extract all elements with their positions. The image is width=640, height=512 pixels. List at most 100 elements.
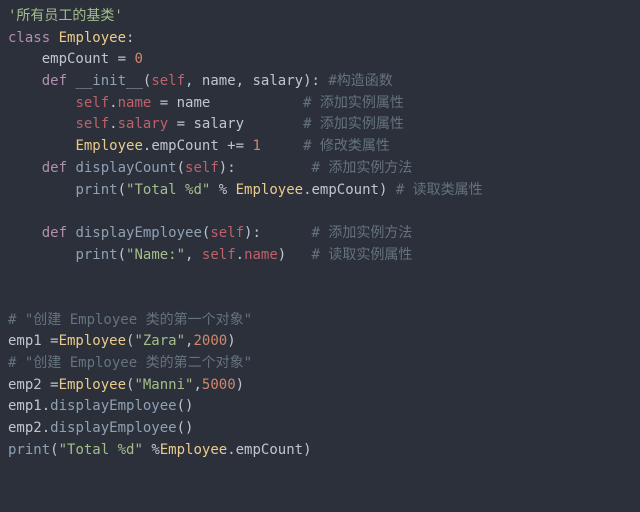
cls-ref: Employee — [160, 442, 227, 458]
indent — [8, 160, 42, 176]
indent — [8, 182, 75, 198]
comment: #构造函数 — [320, 73, 393, 89]
var: emp1 — [8, 398, 42, 414]
paren: ( — [177, 160, 185, 176]
cls-ref: Employee — [59, 333, 126, 349]
dot: . — [109, 116, 117, 132]
comment: # 添加实例方法 — [311, 160, 412, 176]
indent — [8, 95, 75, 111]
indent — [8, 116, 75, 132]
print: print — [75, 247, 117, 263]
self: self — [75, 95, 109, 111]
paren: ) — [227, 333, 235, 349]
dot: . — [109, 95, 117, 111]
print: print — [8, 442, 50, 458]
comment: # 修改类属性 — [303, 138, 390, 154]
paren: () — [177, 398, 194, 414]
pad — [236, 160, 312, 176]
str: "Total %d" — [59, 442, 143, 458]
cls-ref: Employee — [236, 182, 303, 198]
class-name: Employee — [59, 30, 126, 46]
op: += — [219, 138, 253, 154]
self: self — [75, 116, 109, 132]
param: name — [202, 73, 236, 89]
paren: ( — [118, 247, 126, 263]
attr: salary — [118, 116, 169, 132]
self: self — [151, 73, 185, 89]
self: self — [210, 225, 244, 241]
indent — [8, 138, 75, 154]
paren: ): — [244, 225, 261, 241]
paren: ) — [236, 377, 244, 393]
paren: ) — [303, 442, 311, 458]
fn-name: displayEmployee — [75, 225, 201, 241]
attr: empCount — [312, 182, 379, 198]
attr: name — [244, 247, 278, 263]
comment: # 添加实例方法 — [311, 225, 412, 241]
eq: = — [168, 116, 193, 132]
pad — [387, 182, 395, 198]
paren: ): — [219, 160, 236, 176]
indent — [8, 247, 75, 263]
rhs: name — [177, 95, 211, 111]
attr: empCount — [151, 138, 218, 154]
eq: = — [151, 95, 176, 111]
pad — [261, 138, 303, 154]
dot: . — [42, 398, 50, 414]
kw-def: def — [42, 225, 67, 241]
print: print — [75, 182, 117, 198]
pad — [210, 95, 303, 111]
cls-ref: Employee — [59, 377, 126, 393]
paren: ) — [278, 247, 286, 263]
attr: name — [118, 95, 152, 111]
colon: : — [126, 30, 134, 46]
pad — [261, 225, 312, 241]
indent — [8, 51, 42, 67]
dot: . — [42, 420, 50, 436]
comment: # 读取类属性 — [396, 182, 483, 198]
fn-name: displayCount — [75, 160, 176, 176]
comment: # 添加实例属性 — [303, 95, 404, 111]
rhs: salary — [193, 116, 244, 132]
pad — [244, 116, 303, 132]
num: 5000 — [202, 377, 236, 393]
paren: ( — [118, 182, 126, 198]
self: self — [185, 160, 219, 176]
str: "Name:" — [126, 247, 185, 263]
attr: empCount — [236, 442, 303, 458]
num: 0 — [134, 51, 142, 67]
comment: # 读取实例属性 — [312, 247, 413, 263]
indent — [8, 225, 42, 241]
var: emp2 — [8, 377, 42, 393]
comma: , — [193, 377, 201, 393]
paren: ( — [50, 442, 58, 458]
paren: () — [177, 420, 194, 436]
comment: # "创建 Employee 类的第一个对象" — [8, 312, 252, 328]
dot: . — [236, 247, 244, 263]
str: "Zara" — [134, 333, 185, 349]
comment: # 添加实例属性 — [303, 116, 404, 132]
cls-ref: Employee — [75, 138, 142, 154]
docstring: '所有员工的基类' — [8, 8, 123, 24]
op: % — [210, 182, 235, 198]
kw-class: class — [8, 30, 50, 46]
var: emp1 — [8, 333, 42, 349]
kw-def: def — [42, 160, 67, 176]
eq: = — [42, 333, 59, 349]
method: displayEmployee — [50, 420, 176, 436]
str: "Manni" — [134, 377, 193, 393]
eq: = — [42, 377, 59, 393]
dot: . — [303, 182, 311, 198]
indent — [8, 73, 42, 89]
num: 1 — [252, 138, 260, 154]
self: self — [202, 247, 236, 263]
class-var: empCount — [42, 51, 109, 67]
fn-init: __init__ — [75, 73, 142, 89]
str: "Total %d" — [126, 182, 210, 198]
comma: , — [185, 247, 202, 263]
method: displayEmployee — [50, 398, 176, 414]
eq: = — [109, 51, 134, 67]
comment: # "创建 Employee 类的第二个对象" — [8, 355, 252, 371]
comma: , — [236, 73, 253, 89]
paren: ): — [303, 73, 320, 89]
